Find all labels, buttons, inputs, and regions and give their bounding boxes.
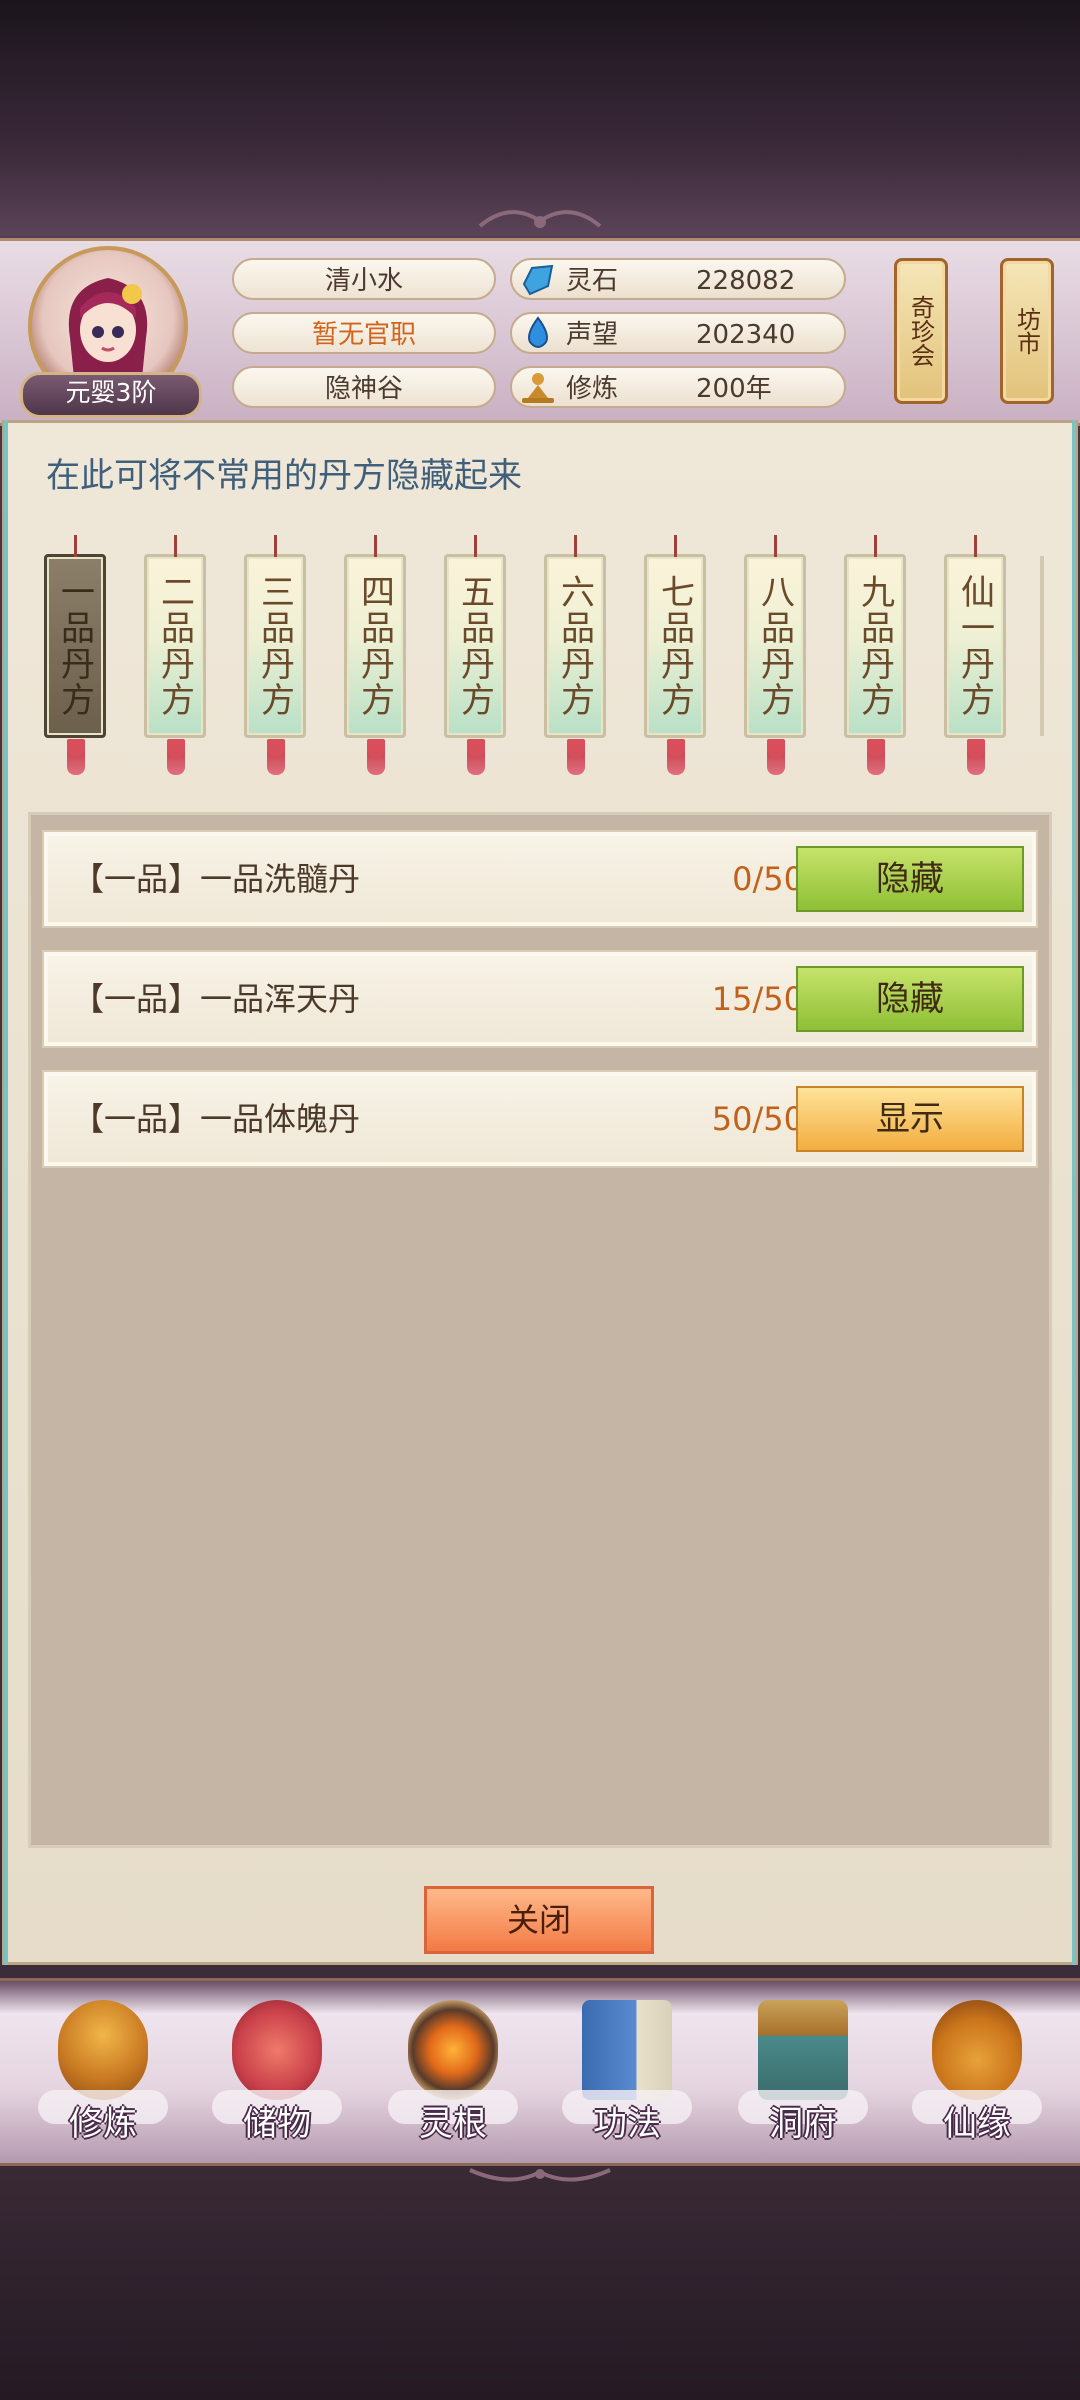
tab-label: 仙一丹方 bbox=[954, 574, 995, 718]
tassel-icon bbox=[67, 739, 85, 775]
hanging-string bbox=[74, 535, 77, 557]
technique-book-icon bbox=[582, 2000, 672, 2100]
tab-label: 二品丹方 bbox=[154, 574, 195, 718]
tab-grade-7[interactable]: 七品丹方 bbox=[644, 535, 706, 775]
hanging-string bbox=[974, 535, 977, 557]
nav-storage[interactable]: 储物 bbox=[202, 1990, 352, 2150]
tab-grade-3[interactable]: 三品丹方 bbox=[244, 535, 306, 775]
tab-label: 八品丹方 bbox=[754, 574, 795, 718]
hanging-string bbox=[474, 535, 477, 557]
recipe-row: 【一品】一品浑天丹 15/50 隐藏 bbox=[42, 950, 1038, 1048]
realm-badge: 元婴3阶 bbox=[20, 372, 202, 418]
hide-button[interactable]: 隐藏 bbox=[796, 846, 1024, 912]
show-button[interactable]: 显示 bbox=[796, 1086, 1024, 1152]
hide-button[interactable]: 隐藏 bbox=[796, 966, 1024, 1032]
nav-immortal-fate[interactable]: 仙缘 bbox=[902, 1990, 1052, 2150]
tassel-icon bbox=[967, 739, 985, 775]
grade-tabs: 一品丹方 二品丹方 三品丹方 四品丹方 五品丹方 六品丹方 七品丹方 八品丹方 … bbox=[40, 534, 1040, 784]
nav-spirit-root[interactable]: 灵根 bbox=[378, 1990, 528, 2150]
official-title: 暂无官职 bbox=[232, 312, 496, 354]
tassel-icon bbox=[467, 739, 485, 775]
nav-label: 功法 bbox=[593, 2104, 661, 2144]
sect-name: 隐神谷 bbox=[232, 366, 496, 408]
nav-cultivation[interactable]: 修炼 bbox=[28, 1990, 178, 2150]
spirit-root-icon bbox=[408, 2000, 498, 2100]
nav-technique[interactable]: 功法 bbox=[552, 1990, 702, 2150]
prestige-label: 声望 bbox=[566, 320, 619, 350]
prestige-value: 202340 bbox=[696, 320, 796, 350]
panel-edge-right bbox=[1072, 420, 1076, 1965]
tab-grade-9[interactable]: 九品丹方 bbox=[844, 535, 906, 775]
spirit-stone-value: 228082 bbox=[696, 266, 796, 296]
hanging-string bbox=[774, 535, 777, 557]
panel-hint: 在此可将不常用的丹方隐藏起来 bbox=[46, 456, 522, 496]
recipe-count: 0/50 bbox=[732, 860, 804, 898]
tassel-icon bbox=[567, 739, 585, 775]
tab-grade-2[interactable]: 二品丹方 bbox=[144, 535, 206, 775]
avatar-portrait-icon bbox=[68, 278, 148, 378]
hanging-string bbox=[174, 535, 177, 557]
cultivation-value: 200年 bbox=[696, 374, 772, 404]
prestige-stat: 声望 202340 bbox=[510, 312, 846, 354]
close-button[interactable]: 关闭 bbox=[424, 1886, 654, 1954]
panel-edge-left bbox=[4, 420, 8, 1965]
cultivation-stat: 修炼 200年 bbox=[510, 366, 846, 408]
treasure-auction-button[interactable]: 奇珍会 bbox=[894, 258, 948, 404]
tab-label: 五品丹方 bbox=[454, 574, 495, 718]
nav-label: 仙缘 bbox=[943, 2104, 1011, 2144]
tassel-icon bbox=[167, 739, 185, 775]
tab-grade-5[interactable]: 五品丹方 bbox=[444, 535, 506, 775]
recipe-count: 50/50 bbox=[711, 1100, 804, 1138]
prestige-drop-icon bbox=[528, 316, 548, 348]
storage-bag-icon bbox=[232, 2000, 322, 2100]
tab-grade-6[interactable]: 六品丹方 bbox=[544, 535, 606, 775]
tab-label: 九品丹方 bbox=[854, 574, 895, 718]
cave-dwelling-icon bbox=[758, 2000, 848, 2100]
nav-label: 灵根 bbox=[419, 2104, 487, 2144]
tab-grade-4[interactable]: 四品丹方 bbox=[344, 535, 406, 775]
recipe-name: 【一品】一品浑天丹 bbox=[72, 980, 361, 1018]
tab-label: 四品丹方 bbox=[354, 574, 395, 718]
tab-grade-8[interactable]: 八品丹方 bbox=[744, 535, 806, 775]
cultivation-label: 修炼 bbox=[566, 374, 619, 404]
nav-cave-dwelling[interactable]: 洞府 bbox=[728, 1990, 878, 2150]
recipe-row: 【一品】一品体魄丹 50/50 显示 bbox=[42, 1070, 1038, 1168]
tab-grade-1[interactable]: 一品丹方 bbox=[44, 535, 106, 775]
recipe-row: 【一品】一品洗髓丹 0/50 隐藏 bbox=[42, 830, 1038, 928]
spirit-stone-icon bbox=[522, 264, 554, 296]
tab-label: 六品丹方 bbox=[554, 574, 595, 718]
hanging-string bbox=[274, 535, 277, 557]
spirit-stone-label: 灵石 bbox=[566, 266, 619, 296]
tab-label: 七品丹方 bbox=[654, 574, 695, 718]
hanging-string bbox=[674, 535, 677, 557]
immortal-fate-gourd-icon bbox=[932, 2000, 1022, 2100]
recipe-count: 15/50 bbox=[711, 980, 804, 1018]
tassel-icon bbox=[867, 739, 885, 775]
nav-ornament bbox=[469, 2168, 611, 2182]
hanging-string bbox=[574, 535, 577, 557]
tassel-icon bbox=[267, 739, 285, 775]
tassel-icon bbox=[767, 739, 785, 775]
tassel-icon bbox=[667, 739, 685, 775]
cultivation-monk-icon bbox=[58, 2000, 148, 2100]
recipe-name: 【一品】一品体魄丹 bbox=[72, 1100, 361, 1138]
tassel-icon bbox=[367, 739, 385, 775]
tab-label: 三品丹方 bbox=[254, 574, 295, 718]
recipe-name: 【一品】一品洗髓丹 bbox=[72, 860, 361, 898]
nav-label: 洞府 bbox=[769, 2104, 837, 2144]
spirit-stone-stat: 灵石 228082 bbox=[510, 258, 846, 300]
hanging-string bbox=[374, 535, 377, 557]
tab-label: 一品丹方 bbox=[54, 574, 95, 718]
hanging-string bbox=[874, 535, 877, 557]
tab-immortal-1[interactable]: 仙一丹方 bbox=[944, 535, 1006, 775]
meditation-icon bbox=[522, 373, 554, 403]
header-ornament bbox=[478, 210, 602, 228]
market-button[interactable]: 坊市 bbox=[1000, 258, 1054, 404]
player-name: 清小水 bbox=[232, 258, 496, 300]
tabs-scroll-edge bbox=[1040, 556, 1044, 736]
nav-label: 储物 bbox=[243, 2104, 311, 2144]
nav-label: 修炼 bbox=[69, 2104, 137, 2144]
